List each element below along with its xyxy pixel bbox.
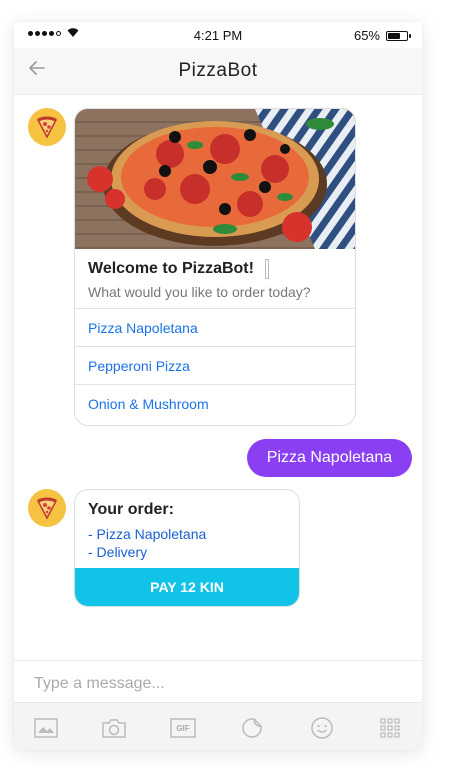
phone-frame: 4:21 PM 65% PizzaBot Welcome to PizzaBot…: [14, 22, 422, 750]
bot-avatar: [28, 489, 66, 527]
composer-bar: [14, 660, 422, 703]
order-item: - Pizza Napoletana: [88, 526, 207, 542]
welcome-subtitle: What would you like to order today?: [88, 284, 311, 300]
chat-header: PizzaBot: [14, 48, 422, 95]
grid-icon[interactable]: [376, 715, 404, 741]
welcome-title: Welcome to PizzaBot!: [88, 260, 254, 277]
camera-icon[interactable]: [100, 715, 128, 741]
order-title: Your order:: [88, 501, 174, 518]
user-message-bubble: Pizza Napoletana: [247, 439, 412, 477]
battery-icon: [386, 31, 411, 41]
option-pizza-napoletana[interactable]: Pizza Napoletana: [75, 308, 355, 346]
battery-percent: 65%: [353, 28, 380, 43]
pizza-slice-icon: [36, 116, 58, 139]
option-pepperoni-pizza[interactable]: Pepperoni Pizza: [75, 346, 355, 384]
welcome-card: Welcome to PizzaBot! What would you like…: [74, 108, 356, 426]
bot-avatar: [28, 108, 66, 146]
status-bar: 4:21 PM 65%: [14, 22, 422, 48]
pizza-image: [75, 109, 355, 249]
order-item: - Delivery: [88, 544, 148, 560]
option-onion-mushroom[interactable]: Onion & Mushroom: [75, 384, 355, 422]
image-icon[interactable]: [32, 715, 60, 741]
composer-toolbar: GIF: [14, 702, 422, 750]
order-card: Your order: - Pizza Napoletana - Deliver…: [74, 489, 300, 607]
chat-title: PizzaBot: [178, 60, 258, 81]
message-input[interactable]: [32, 672, 396, 696]
sticker-icon[interactable]: [238, 715, 266, 741]
emoji-icon[interactable]: [308, 715, 336, 741]
text-cursor: [265, 259, 269, 279]
gif-label: GIF: [176, 723, 190, 733]
pay-button[interactable]: PAY 12 KIN: [75, 568, 299, 606]
pizza-slice-icon: [36, 497, 58, 520]
gif-icon[interactable]: GIF: [169, 715, 197, 741]
